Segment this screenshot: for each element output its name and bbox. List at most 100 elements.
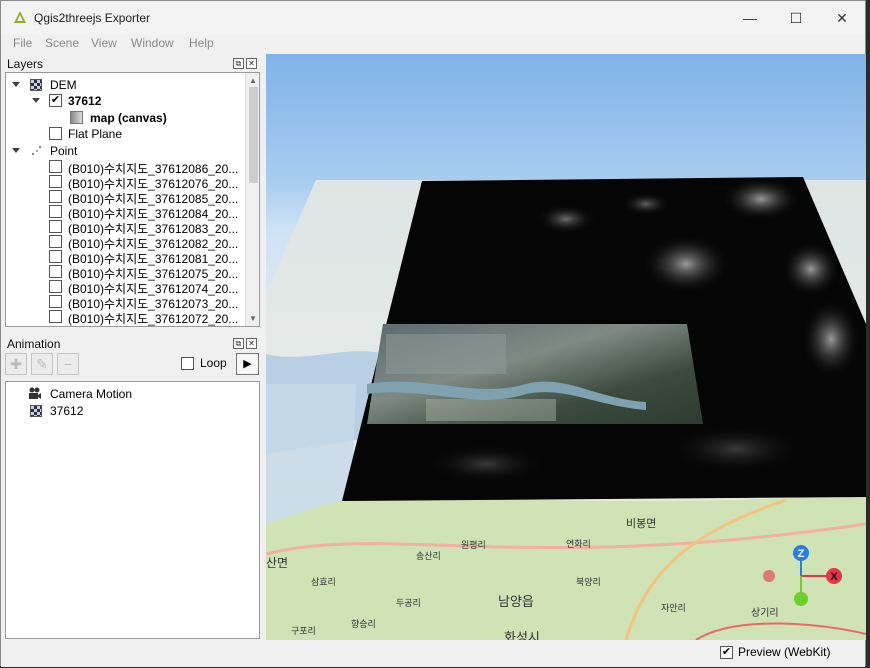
terrain-ridge — [801, 299, 861, 379]
layer-checkbox[interactable] — [49, 235, 62, 248]
layer-checkbox[interactable] — [49, 265, 62, 278]
animation-dock-title: Animation — [7, 337, 61, 351]
layer-checkbox[interactable] — [49, 310, 62, 323]
layer-checkbox[interactable] — [49, 160, 62, 173]
menu-bar: File Scene View Window Help — [1, 35, 865, 53]
expand-arrow-icon[interactable] — [12, 82, 20, 87]
tree-item-dem[interactable]: DEM — [6, 77, 246, 93]
tree-item-point[interactable]: Point — [6, 143, 246, 159]
scroll-down-icon[interactable]: ▼ — [249, 314, 257, 323]
layer-checkbox[interactable] — [49, 175, 62, 188]
minus-icon: − — [63, 356, 73, 372]
tree-item-label: Camera Motion — [50, 387, 133, 401]
window-title: Qgis2threejs Exporter — [34, 11, 151, 25]
tree-item-point-layer[interactable]: (B010)수치지도_37612085_20... — [6, 189, 244, 206]
tree-item-map-canvas[interactable]: map (canvas) — [6, 110, 246, 126]
remove-keyframe-button[interactable]: − — [57, 353, 79, 375]
title-bar[interactable]: Qgis2threejs Exporter — ☐ ✕ — [1, 1, 865, 35]
terrain-ridge — [721, 177, 801, 221]
close-icon: ✕ — [248, 339, 255, 348]
map-label: 상기리 — [751, 607, 779, 619]
menu-scene[interactable]: Scene — [45, 36, 79, 50]
tree-item-label: map (canvas) — [90, 111, 167, 125]
menu-help[interactable]: Help — [189, 36, 214, 50]
edit-keyframe-button[interactable]: ✎ — [31, 353, 53, 375]
play-button[interactable]: ▶ — [236, 353, 259, 375]
tree-item-point-layer[interactable]: (B010)수치지도_37612076_20... — [6, 174, 244, 191]
layer-checkbox[interactable] — [49, 250, 62, 263]
tree-item-37612-anim[interactable]: 37612 — [6, 403, 246, 419]
terrain-ridge — [621, 192, 671, 216]
tree-item-point-layer[interactable]: (B010)수치지도_37612086_20... — [6, 159, 244, 176]
animation-tree[interactable]: Camera Motion 37612 — [5, 381, 260, 639]
map-label: 향승리 — [351, 618, 376, 629]
tree-item-flat-plane[interactable]: Flat Plane — [6, 126, 246, 142]
exporter-window: Qgis2threejs Exporter — ☐ ✕ File Scene V… — [0, 0, 866, 667]
layer-checkbox[interactable] — [49, 280, 62, 293]
animation-close-button[interactable]: ✕ — [246, 338, 257, 349]
map-label: 연화리 — [566, 539, 591, 549]
tree-item-point-layer[interactable]: (B010)수치지도_37612081_20... — [6, 249, 244, 266]
check-icon: ✔ — [50, 94, 61, 106]
layers-tree[interactable]: DEM ✔ 37612 map (canvas) Flat Plane Poin… — [5, 72, 260, 327]
minimize-button[interactable]: — — [727, 1, 773, 35]
x-axis-label: X — [830, 571, 838, 583]
add-keyframe-button[interactable]: ✚ — [5, 353, 27, 375]
map-label: 산면 — [266, 556, 288, 570]
map-label: 삼효리 — [311, 577, 336, 587]
y-axis-marker — [794, 592, 808, 606]
camera-icon — [29, 387, 41, 399]
tree-item-label: Flat Plane — [68, 127, 123, 141]
layers-dock-title: Layers — [7, 57, 44, 71]
tree-item-point-layer[interactable]: (B010)수치지도_37612073_20... — [6, 294, 244, 311]
minimize-icon: — — [743, 10, 757, 26]
3d-preview-view[interactable]: X Z 비봉면 산면 남양읍 화성시 삼효리 두공리 자안리 상기리 향승리 원… — [266, 54, 866, 640]
maximize-button[interactable]: ☐ — [773, 1, 819, 35]
point-icon — [31, 145, 42, 156]
map-label: 두공리 — [396, 598, 421, 608]
city-area — [426, 399, 556, 421]
check-icon: ✔ — [721, 646, 732, 658]
tree-item-37612[interactable]: ✔ 37612 — [6, 93, 246, 109]
layer-checkbox[interactable] — [49, 127, 62, 140]
layer-checkbox[interactable] — [49, 295, 62, 308]
preview-checkbox[interactable]: ✔ — [720, 646, 733, 659]
animation-float-button[interactable]: ⧉ — [233, 338, 244, 349]
expand-arrow-icon[interactable] — [12, 148, 20, 153]
layers-close-button[interactable]: ✕ — [246, 58, 257, 69]
menu-window[interactable]: Window — [131, 36, 174, 50]
tree-item-point-layer[interactable]: (B010)수치지도_37612072_20... — [6, 309, 244, 326]
terrain-ridge — [536, 204, 596, 234]
3d-scene[interactable]: X Z 비봉면 산면 남양읍 화성시 삼효리 두공리 자안리 상기리 향승리 원… — [266, 54, 866, 640]
layer-checkbox[interactable] — [49, 205, 62, 218]
menu-file[interactable]: File — [13, 36, 32, 50]
scroll-thumb[interactable] — [249, 87, 258, 183]
float-icon: ⧉ — [235, 339, 242, 348]
scroll-up-icon[interactable]: ▲ — [249, 76, 257, 85]
tree-item-point-layer[interactable]: (B010)수치지도_37612075_20... — [6, 264, 244, 281]
loop-checkbox[interactable] — [181, 357, 194, 370]
tree-item-point-layer[interactable]: (B010)수치지도_37612082_20... — [6, 234, 244, 251]
tree-item-point-layer[interactable]: (B010)수치지도_37612083_20... — [6, 219, 244, 236]
close-window-button[interactable]: ✕ — [819, 1, 865, 35]
layers-float-button[interactable]: ⧉ — [233, 58, 244, 69]
layer-checkbox[interactable] — [49, 190, 62, 203]
menu-view[interactable]: View — [91, 36, 117, 50]
expand-arrow-icon[interactable] — [32, 98, 40, 103]
tree-item-point-layer[interactable]: (B010)수치지도_37612084_20... — [6, 204, 244, 221]
map-label: 남양읍 — [498, 594, 534, 609]
status-bar: ✔ Preview (WebKit) — [1, 641, 865, 667]
terrain-ridge — [666, 424, 806, 474]
layer-checkbox[interactable] — [49, 220, 62, 233]
layer-checkbox[interactable]: ✔ — [49, 94, 62, 107]
x-neg-marker — [763, 570, 775, 582]
tree-item-point-layer[interactable]: (B010)수치지도_37612074_20... — [6, 279, 244, 296]
tree-item-camera-motion[interactable]: Camera Motion — [6, 386, 246, 402]
layers-scrollbar[interactable]: ▲ ▼ — [245, 73, 259, 326]
map-label: 북양리 — [576, 577, 601, 587]
map-label: 비봉면 — [626, 517, 656, 530]
map-label: 송산리 — [416, 551, 441, 561]
play-icon: ▶ — [243, 358, 252, 370]
close-icon: ✕ — [248, 59, 255, 68]
maximize-icon: ☐ — [789, 9, 803, 26]
